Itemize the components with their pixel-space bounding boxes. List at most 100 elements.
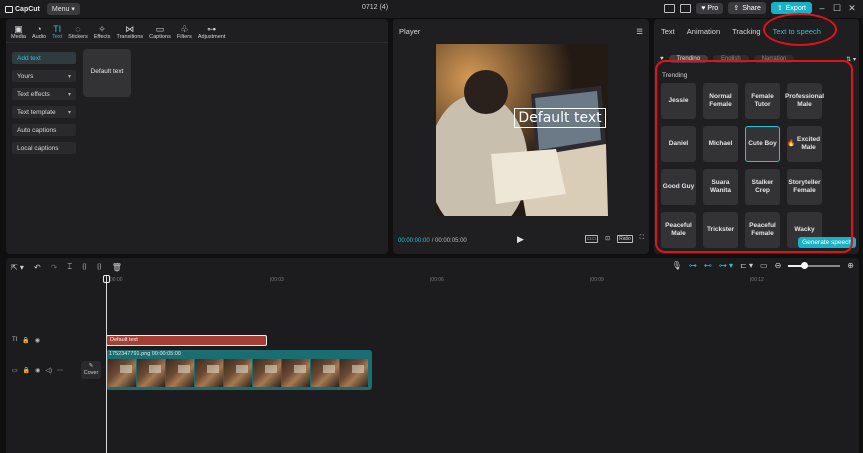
adjustment-icon: ⊶ [207,24,217,34]
tool-tab-stickers[interactable]: ◌ Stickers [68,24,88,42]
snap-icon[interactable]: ⊏ ▾ [740,261,753,270]
category-add-text[interactable]: Add text [12,52,76,64]
shortcut-icon[interactable] [680,3,692,13]
tool-tab-label: Text [52,34,63,40]
tool-tab-label: Adjustment [197,34,226,40]
default-text-card[interactable]: Default text [83,49,131,97]
tool-tab-text[interactable]: TI Text [52,24,62,42]
transitions-icon: ⋈ [125,24,135,34]
menu-button[interactable]: Menu ▾ [46,3,80,15]
tool-tab-filters[interactable]: ♧ Filters [177,24,192,42]
annotation-ellipse [763,13,837,46]
capcut-logo-icon [5,5,13,13]
link-icon[interactable]: ⊶ [689,261,697,270]
time-ruler[interactable]: 00:00 |00:03 |00:06 |00:09 |00:12 [106,276,856,286]
tool-tab-media[interactable]: ▣ Media [11,24,26,42]
category-label: Add text [17,54,41,62]
player-menu-icon[interactable]: ☰ [636,27,643,36]
magnet-icon[interactable]: ⊷ [704,261,712,270]
play-icon[interactable]: ▶ [517,234,524,245]
ruler-mark: |00:09 [590,277,604,283]
lock-icon[interactable]: 🔒 [22,337,29,344]
video-preview[interactable]: Default text [436,44,608,216]
ruler-mark: 00:00 [110,277,123,283]
eye-icon[interactable]: ◉ [35,367,40,374]
category-yours[interactable]: Yours ▾ [12,70,76,82]
redo-icon[interactable]: ↷ [51,263,58,272]
more-icon[interactable]: ⋯ [57,367,63,374]
snapshot-icon[interactable]: ⊡ [605,235,610,243]
zoom-slider[interactable] [788,261,841,269]
cover-button[interactable]: ✎ Cover [81,361,101,379]
maximize-icon[interactable]: ☐ [832,3,842,14]
ratio-button[interactable]: Ratio [617,235,633,243]
titlebar-actions: ♥ Pro ⇪ Share ⇧ Export – ☐ ✕ [664,2,857,14]
zoom-in-icon[interactable]: ⊕ [847,261,854,270]
preview-image [436,44,608,216]
text-overlay[interactable]: Default text [514,108,606,128]
layout-icon[interactable] [664,3,676,13]
category-label: Yours [17,72,34,80]
playhead[interactable] [106,276,107,453]
current-timecode: 00:00:00:00 [398,238,430,244]
chevron-down-icon: ▾ [67,109,71,116]
media-icon: ▣ [14,24,23,34]
category-label: Text effects [17,90,50,98]
share-button[interactable]: ⇪ Share [728,2,766,14]
annotation-rectangle [655,60,853,253]
tool-tab-label: Captions [149,34,171,40]
clip-thumbnail [166,359,194,387]
undo-icon[interactable]: ↶ [34,263,41,272]
tool-tab-audio[interactable]: ◔ Audio [32,24,46,42]
preview-axis-icon[interactable]: ⊶ ▾ [719,261,733,270]
delete-icon[interactable]: 🗑 [112,263,122,272]
clip-thumbnail [224,359,252,387]
project-title: 0712 (4) [361,4,389,11]
fullscreen-icon[interactable]: ⛶ [640,235,644,243]
microphone-icon[interactable]: 🎙 [672,261,682,270]
tool-tab-captions[interactable]: ▭ Captions [149,24,171,42]
sticker-icon: ◌ [75,24,81,34]
lock-icon[interactable]: 🔒 [23,367,30,374]
video-clip[interactable]: 1752347791.png 00:00:05:00 [106,350,372,390]
timeline-panel: ⇱ ▾ ↶ ↷ ⌶ ⌷ ⌷ 🗑 🎙 ⊶ ⊷ ⊶ ▾ ⊏ ▾ ▭ ⊖ ⊕ 00:0… [6,258,859,453]
split-icon[interactable]: ⌶ [67,262,72,272]
tab-text[interactable]: Text [661,27,675,36]
pro-button[interactable]: ♥ Pro [696,2,724,14]
fit-icon[interactable]: ▭▭ [584,235,599,243]
chevron-down-icon: ▾ [67,73,71,80]
category-label: Text template [17,108,56,116]
tool-tab-effects[interactable]: ✧ Effects [94,24,111,42]
clip-thumbnail [340,359,368,387]
chevron-down-icon: ▾ [67,91,71,98]
effects-icon: ✧ [98,24,106,34]
split-left-icon[interactable]: ⌷ [82,262,87,272]
player-title: Player [399,26,421,36]
zoom-knob[interactable] [800,261,808,269]
category-auto-captions[interactable]: Auto captions [12,124,76,136]
clip-thumbnail [253,359,281,387]
tab-animation[interactable]: Animation [687,27,720,36]
text-clip[interactable]: Default text [106,335,267,346]
tab-tracking[interactable]: Tracking [732,27,760,36]
zoom-out-icon[interactable]: ⊖ [775,261,782,270]
audio-icon: ◔ [36,24,42,34]
playhead-handle[interactable] [103,275,110,283]
split-right-icon[interactable]: ⌷ [97,262,102,272]
audio-toggle-icon[interactable]: ◁) [45,367,52,374]
select-cursor-icon[interactable]: ⇱ ▾ [11,263,24,272]
minimize-icon[interactable]: – [817,3,827,13]
tool-tab-transitions[interactable]: ⋈ Transitions [116,24,143,42]
category-local-captions[interactable]: Local captions [12,142,76,154]
eye-icon[interactable]: ◉ [35,337,40,344]
text-track-icon: TI [12,337,18,343]
caption-icon[interactable]: ▭ [760,261,768,270]
category-text-effects[interactable]: Text effects ▾ [12,88,76,100]
tool-tab-adjustment[interactable]: ⊶ Adjustment [198,24,226,42]
clip-thumbnail [311,359,339,387]
clip-thumbnails [106,359,372,387]
app-name: CapCut [15,5,40,13]
close-icon[interactable]: ✕ [847,3,857,14]
category-text-template[interactable]: Text template ▾ [12,106,76,118]
export-button[interactable]: ⇧ Export [770,2,812,14]
